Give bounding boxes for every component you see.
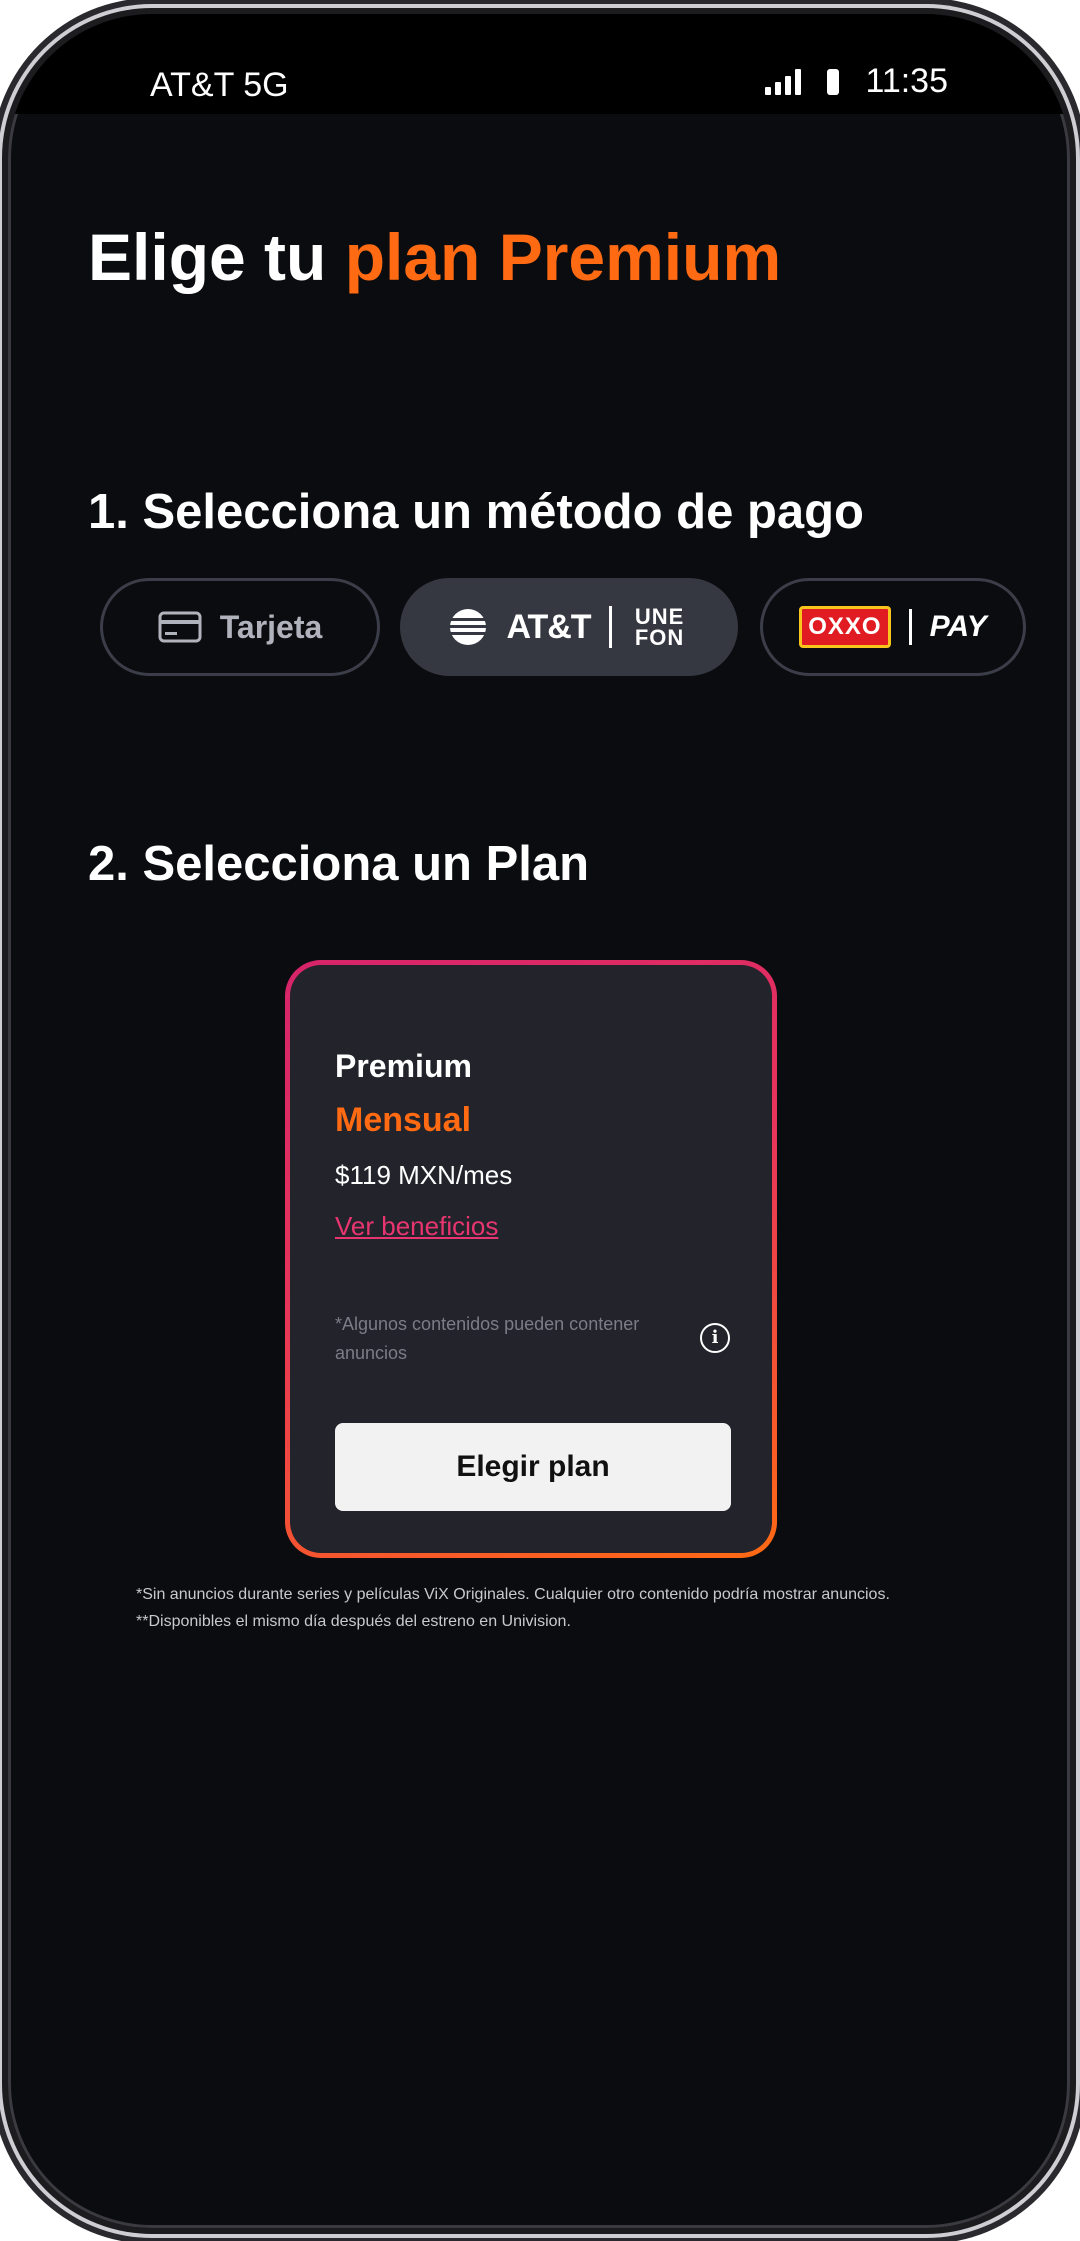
- plan-period: Mensual: [335, 1101, 472, 1139]
- footnote-univision: **Disponibles el mismo día después del e…: [136, 1613, 571, 1630]
- carrier-label: AT&T 5G: [150, 66, 289, 104]
- title-prefix: Elige tu: [88, 220, 345, 294]
- att-globe-icon: [450, 609, 487, 645]
- benefits-link[interactable]: Ver beneficios: [335, 1211, 498, 1242]
- att-brand: AT&T: [506, 607, 591, 646]
- oxxo-brand: OXXO: [799, 606, 891, 648]
- payment-option-card-label: Tarjeta: [219, 608, 323, 645]
- info-icon[interactable]: i: [700, 1323, 730, 1353]
- payment-option-att-unefon[interactable]: AT&T UNE FON: [400, 578, 738, 676]
- plan-card: Premium Mensual $119 MXN/mes Ver benefic…: [290, 965, 772, 1553]
- choose-plan-button[interactable]: Elegir plan: [335, 1423, 731, 1511]
- status-bar: AT&T 5G 11:35: [8, 14, 1070, 114]
- pay-brand: PAY: [929, 610, 987, 643]
- ads-disclaimer: *Algunos contenidos pueden contener anun…: [335, 1314, 640, 1363]
- footnote-ads: *Sin anuncios durante series y películas…: [136, 1586, 890, 1603]
- phone-frame: AT&T 5G 11:35 Elige tu plan Premium 1. S…: [2, 8, 1076, 2234]
- battery-icon: [827, 68, 840, 95]
- payment-option-oxxo-pay[interactable]: OXXO PAY: [760, 578, 1026, 676]
- clock: 11:35: [865, 62, 948, 100]
- plan-name: Premium: [335, 1048, 472, 1084]
- title-accent: plan Premium: [344, 220, 782, 294]
- signal-icon: [765, 68, 802, 95]
- credit-card-icon: [158, 611, 202, 643]
- brand-divider: [608, 606, 612, 648]
- unefon-brand: UNE FON: [634, 604, 685, 650]
- plan-price: $119 MXN/mes: [335, 1160, 513, 1190]
- payment-option-card[interactable]: Tarjeta: [100, 578, 380, 676]
- page-title: Elige tu plan Premium: [88, 219, 781, 295]
- plan-card-border: Premium Mensual $119 MXN/mes Ver benefic…: [285, 960, 777, 1558]
- brand-divider: [908, 609, 912, 645]
- payment-method-heading: 1. Selecciona un método de pago: [88, 485, 864, 539]
- status-icons: 11:35: [765, 62, 948, 101]
- plan-heading: 2. Selecciona un Plan: [88, 837, 590, 891]
